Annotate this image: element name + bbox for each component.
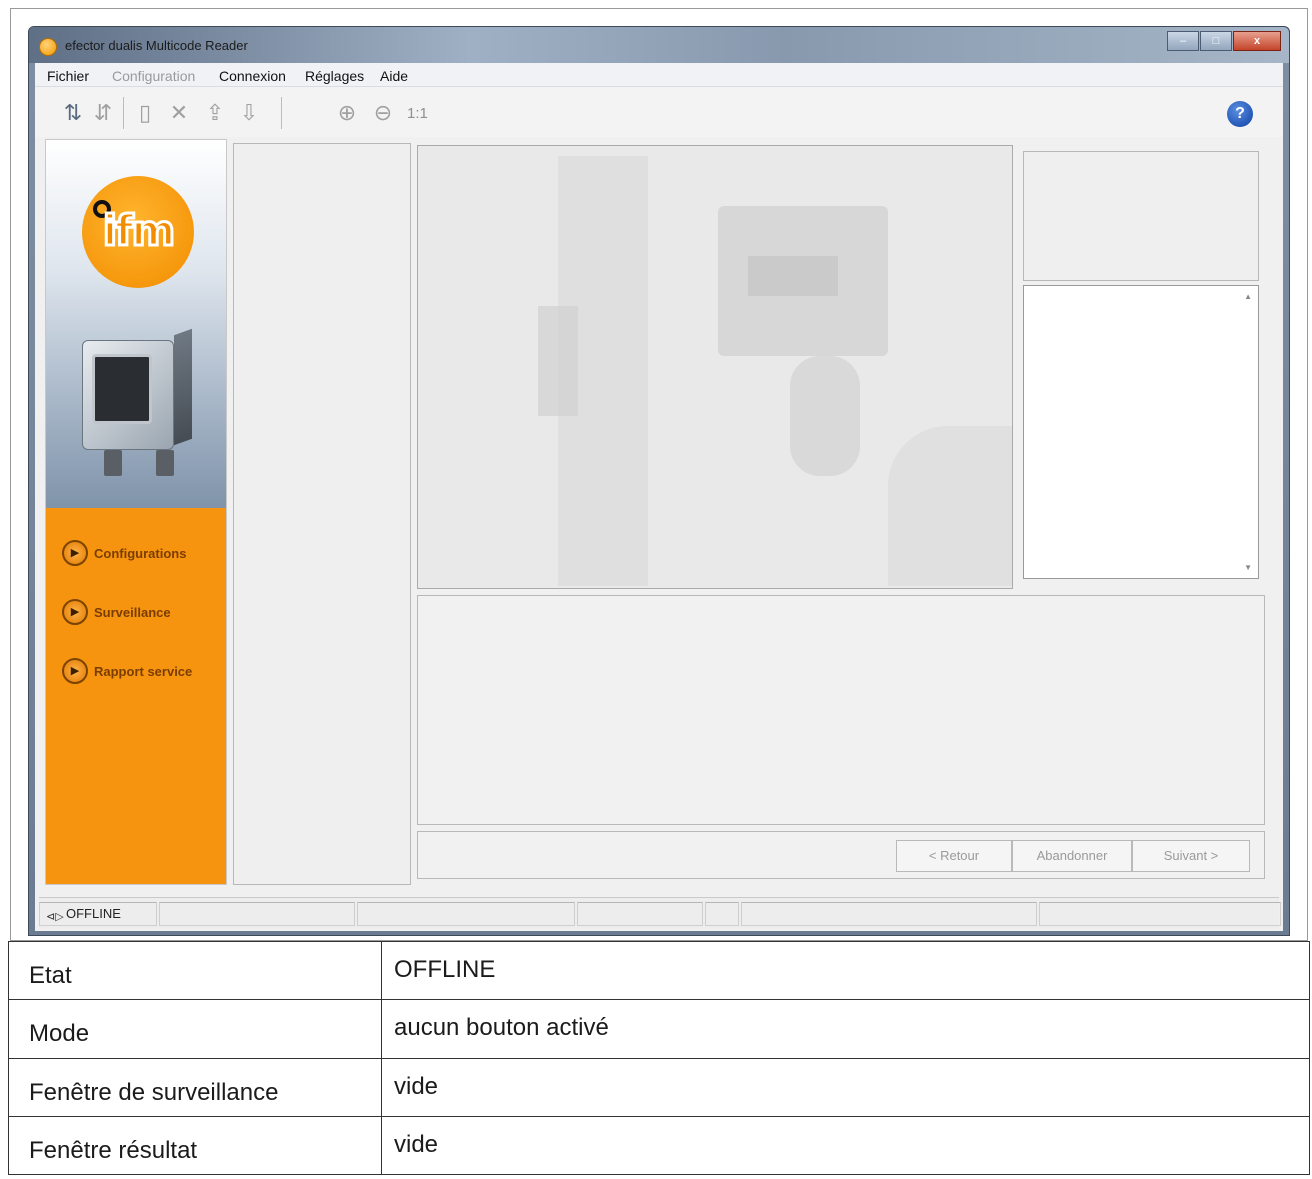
row-value: vide (381, 1115, 1310, 1176)
back-button[interactable]: < Retour (896, 840, 1012, 872)
zoom-out-icon[interactable]: ⊖ (369, 99, 397, 127)
image-view (417, 145, 1013, 589)
next-button[interactable]: Suivant > (1132, 840, 1250, 872)
menu-bar: Fichier Configuration Connexion Réglages… (35, 63, 1283, 87)
window-controls: – □ x (1167, 31, 1281, 51)
device-connector (156, 450, 174, 476)
table-row: Fenêtre de surveillance vide (8, 1057, 1310, 1117)
window-title: efector dualis Multicode Reader (65, 38, 248, 53)
row-label: Mode (8, 999, 382, 1059)
close-button[interactable]: x (1233, 31, 1281, 51)
table-row: Mode aucun bouton activé (8, 999, 1310, 1059)
play-icon: ▶ (62, 540, 88, 566)
ifm-logo: ifm (82, 176, 194, 288)
state-table: Etat OFFLINE Mode aucun bouton activé Fe… (8, 940, 1310, 1176)
device-connector (104, 450, 122, 476)
play-icon: ▶ (62, 599, 88, 625)
row-value: vide (381, 1057, 1310, 1117)
app-window: efector dualis Multicode Reader – □ x Fi… (28, 26, 1290, 936)
sidebar: ifm ▶ Configurations ▶ Surveillance ▶ Ra… (45, 139, 227, 885)
table-row: Fenêtre résultat vide (8, 1115, 1310, 1176)
sensor-device-image (82, 328, 192, 488)
wizard-buttons-bar: < Retour Abandonner Suivant > (417, 831, 1265, 879)
zoom-one-to-one[interactable]: 1:1 (407, 105, 428, 122)
new-file-icon[interactable]: ▯ (131, 99, 159, 127)
upload-icon[interactable]: ⇪ (201, 99, 229, 127)
menu-configuration[interactable]: Configuration (112, 68, 195, 84)
scroll-down-icon[interactable]: ▼ (1244, 563, 1252, 572)
status-cell (577, 902, 703, 926)
nav-surveillance[interactable]: ▶ Surveillance (62, 599, 171, 625)
status-cell: ⊲▷ OFFLINE (39, 902, 157, 926)
disconnect-icon[interactable]: ⇵ (89, 99, 117, 127)
row-value: OFFLINE (381, 940, 1310, 1001)
image-content (888, 426, 1012, 586)
toolbar-separator (281, 97, 282, 129)
menu-fichier[interactable]: Fichier (47, 68, 89, 84)
status-cell (357, 902, 575, 926)
sidebar-nav: ▶ Configurations ▶ Surveillance ▶ Rappor… (46, 508, 226, 884)
image-content (538, 306, 578, 416)
logo-letters: ifm (101, 205, 176, 257)
nav-label: Rapport service (94, 663, 193, 679)
image-content (748, 256, 838, 296)
download-icon[interactable]: ⇩ (235, 99, 263, 127)
row-value: aucun bouton activé (381, 999, 1310, 1059)
nav-label: Surveillance (94, 604, 171, 620)
title-bar: efector dualis Multicode Reader – □ x (29, 27, 1289, 63)
nav-rapport-service[interactable]: ▶ Rapport service (62, 658, 192, 684)
status-cell (159, 902, 355, 926)
status-state: OFFLINE (66, 906, 121, 921)
maximize-button[interactable]: □ (1200, 31, 1232, 51)
client-area: Fichier Configuration Connexion Réglages… (35, 63, 1283, 931)
connect-icon[interactable]: ⇅ (59, 99, 87, 127)
delete-icon[interactable]: ✕ (165, 99, 193, 127)
device-lens (92, 354, 152, 424)
help-icon[interactable]: ? (1227, 101, 1253, 127)
row-label: Fenêtre de surveillance (8, 1057, 382, 1117)
play-icon: ▶ (62, 658, 88, 684)
app-icon (39, 38, 57, 56)
abort-button[interactable]: Abandonner (1012, 840, 1132, 872)
scroll-up-icon[interactable]: ▲ (1244, 292, 1252, 301)
menu-reglages[interactable]: Réglages (305, 68, 364, 84)
connection-icon: ⊲▷ (46, 911, 64, 923)
nav-label: Configurations (94, 545, 187, 561)
status-cell (1039, 902, 1281, 926)
menu-aide[interactable]: Aide (380, 68, 408, 84)
toolbar: ⇅ ⇵ ▯ ✕ ⇪ ⇩ ⊕ ⊖ 1:1 ? (35, 87, 1283, 137)
image-content (790, 356, 860, 476)
row-label: Fenêtre résultat (8, 1115, 382, 1176)
row-label: Etat (8, 940, 382, 1001)
info-panel (1023, 151, 1259, 281)
zoom-in-icon[interactable]: ⊕ (333, 99, 361, 127)
toolbar-separator (123, 97, 124, 129)
device-side (174, 328, 192, 446)
properties-panel (417, 595, 1265, 825)
nav-configurations[interactable]: ▶ Configurations (62, 540, 186, 566)
menu-connexion[interactable]: Connexion (219, 68, 286, 84)
table-row: Etat OFFLINE (8, 940, 1310, 1001)
status-cell (705, 902, 739, 926)
tree-panel (233, 143, 411, 885)
sidebar-header: ifm (46, 140, 226, 508)
status-cell (741, 902, 1037, 926)
status-bar: ⊲▷ OFFLINE (39, 897, 1281, 929)
minimize-button[interactable]: – (1167, 31, 1199, 51)
results-window: ▲ ▼ (1023, 285, 1259, 579)
